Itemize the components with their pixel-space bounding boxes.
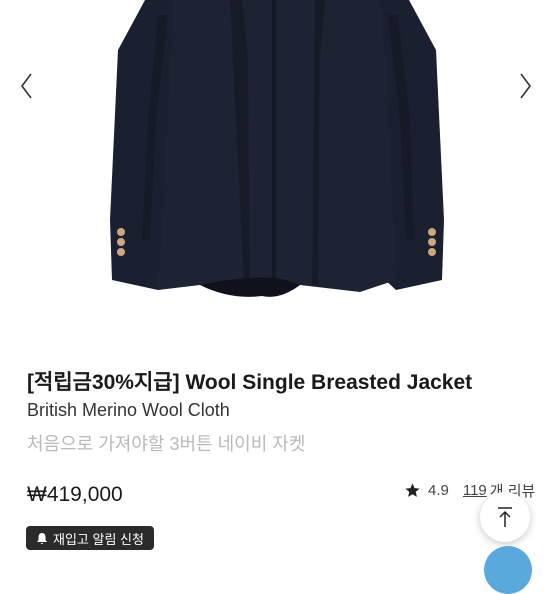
bell-icon: [36, 532, 53, 545]
star-icon: [404, 482, 421, 499]
product-price: ₩419,000: [27, 483, 123, 506]
product-image-carousel[interactable]: [0, 0, 554, 330]
carousel-prev-button[interactable]: [14, 68, 38, 104]
chat-button[interactable]: [484, 546, 532, 594]
product-description: 처음으로 가져야할 3버튼 네이비 자켓: [27, 434, 306, 454]
product-title: [적립금30%지급] Wool Single Breasted Jacket: [27, 371, 473, 394]
arrow-up-icon: [498, 507, 512, 527]
review-count-link[interactable]: 119: [463, 482, 487, 499]
chevron-right-icon: [520, 73, 531, 99]
chevron-left-icon: [21, 73, 32, 99]
restock-alert-label: 재입고 알림 신청: [53, 531, 144, 547]
restock-alert-button[interactable]: 재입고 알림 신청: [26, 526, 154, 550]
scroll-to-top-button[interactable]: [480, 492, 530, 542]
rating-score: 4.9: [428, 482, 449, 499]
product-subtitle: British Merino Wool Cloth: [27, 400, 230, 420]
carousel-next-button[interactable]: [514, 68, 538, 104]
product-image: [110, 0, 444, 297]
